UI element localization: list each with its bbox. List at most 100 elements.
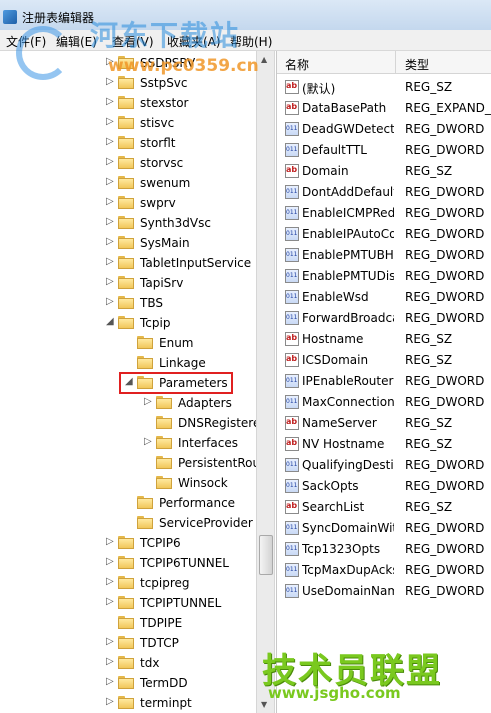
collapsed-arrow-icon[interactable]: ▷ bbox=[106, 176, 116, 187]
folder-icon bbox=[118, 616, 134, 629]
collapsed-arrow-icon[interactable]: ▷ bbox=[106, 656, 116, 667]
value-row[interactable]: EnableIPAutoConfig REG_DWORD bbox=[277, 224, 491, 245]
collapsed-arrow-icon[interactable]: ▷ bbox=[144, 436, 154, 447]
value-row[interactable]: TcpMaxDupAcks REG_DWORD bbox=[277, 560, 491, 581]
value-row[interactable]: EnablePMTUDiscovery REG_DWORD bbox=[277, 266, 491, 287]
tree-node-adapters[interactable]: ▷ Adapters bbox=[0, 393, 256, 413]
tree-node-winsock[interactable]: Winsock bbox=[0, 473, 256, 493]
value-row[interactable]: EnablePMTUBHDetect REG_DWORD bbox=[277, 245, 491, 266]
tree-node-stexstor[interactable]: ▷ stexstor bbox=[0, 93, 256, 113]
collapsed-arrow-icon[interactable]: ▷ bbox=[106, 256, 116, 267]
tree-node-linkage[interactable]: Linkage bbox=[0, 353, 256, 373]
value-row[interactable]: Hostname REG_SZ bbox=[277, 329, 491, 350]
scrollbar-thumb[interactable] bbox=[259, 535, 273, 575]
expanded-arrow-icon[interactable]: ◢ bbox=[106, 316, 116, 327]
value-row[interactable]: MaxConnectionsPerServer REG_DWORD bbox=[277, 392, 491, 413]
tree-node-swprv[interactable]: ▷ swprv bbox=[0, 193, 256, 213]
tree-node-enum[interactable]: Enum bbox=[0, 333, 256, 353]
collapsed-arrow-icon[interactable]: ▷ bbox=[106, 596, 116, 607]
collapsed-arrow-icon[interactable]: ▷ bbox=[106, 96, 116, 107]
tree-node-interfaces[interactable]: ▷ Interfaces bbox=[0, 433, 256, 453]
tree-node-swenum[interactable]: ▷ swenum bbox=[0, 173, 256, 193]
value-row[interactable]: DefaultTTL REG_DWORD bbox=[277, 140, 491, 161]
tree-node-termdd[interactable]: ▷ TermDD bbox=[0, 673, 256, 693]
tree-node-tapisrv[interactable]: ▷ TapiSrv bbox=[0, 273, 256, 293]
value-row[interactable]: ForwardBroadcasts REG_DWORD bbox=[277, 308, 491, 329]
value-type: REG_SZ bbox=[405, 332, 453, 346]
value-row[interactable]: IPEnableRouter REG_DWORD bbox=[277, 371, 491, 392]
scroll-down-arrow-icon[interactable]: ▼ bbox=[261, 700, 267, 709]
tree-node-label: SstpSvc bbox=[140, 76, 188, 90]
tree-node-storvsc[interactable]: ▷ storvsc bbox=[0, 153, 256, 173]
tree-node-tdtcp[interactable]: ▷ TDTCP bbox=[0, 633, 256, 653]
tree-node-performance[interactable]: Performance bbox=[0, 493, 256, 513]
collapsed-arrow-icon[interactable]: ▷ bbox=[106, 556, 116, 567]
value-row[interactable]: QualifyingDestinationThreshold REG_DWORD bbox=[277, 455, 491, 476]
tree-node-synth3dvsc[interactable]: ▷ Synth3dVsc bbox=[0, 213, 256, 233]
column-separator[interactable] bbox=[395, 51, 396, 73]
collapsed-arrow-icon[interactable]: ▷ bbox=[106, 116, 116, 127]
tree-node-sysmain[interactable]: ▷ SysMain bbox=[0, 233, 256, 253]
column-header-name[interactable]: 名称 bbox=[285, 56, 309, 73]
collapsed-arrow-icon[interactable]: ▷ bbox=[144, 396, 154, 407]
value-row[interactable]: DontAddDefaultGateway REG_DWORD bbox=[277, 182, 491, 203]
collapsed-arrow-icon[interactable]: ▷ bbox=[106, 196, 116, 207]
value-type: REG_SZ bbox=[405, 437, 453, 451]
value-row[interactable]: EnableWsd REG_DWORD bbox=[277, 287, 491, 308]
tree-node-stisvc[interactable]: ▷ stisvc bbox=[0, 113, 256, 133]
collapsed-arrow-icon[interactable]: ▷ bbox=[106, 296, 116, 307]
tree-node-tcpip6tunnel[interactable]: ▷ TCPIP6TUNNEL bbox=[0, 553, 256, 573]
tree-node-tcpip6[interactable]: ▷ TCPIP6 bbox=[0, 533, 256, 553]
tree-node-tdpipe[interactable]: TDPIPE bbox=[0, 613, 256, 633]
value-name: EnablePMTUDiscovery bbox=[302, 269, 394, 283]
value-name: QualifyingDestinationThreshold bbox=[302, 458, 394, 472]
folder-icon bbox=[118, 96, 134, 109]
tree-node-parameters[interactable]: ◢ Parameters bbox=[0, 372, 256, 394]
value-name: EnableIPAutoConfig bbox=[302, 227, 394, 241]
collapsed-arrow-icon[interactable]: ▷ bbox=[106, 696, 116, 707]
value-row[interactable]: Tcp1323Opts REG_DWORD bbox=[277, 539, 491, 560]
value-row[interactable]: NV Hostname REG_SZ bbox=[277, 434, 491, 455]
value-row[interactable]: SackOpts REG_DWORD bbox=[277, 476, 491, 497]
tree-node-tbs[interactable]: ▷ TBS bbox=[0, 293, 256, 313]
value-row[interactable]: ICSDomain REG_SZ bbox=[277, 350, 491, 371]
tree-node-tdx[interactable]: ▷ tdx bbox=[0, 653, 256, 673]
tree-node-tcpip[interactable]: ◢ Tcpip bbox=[0, 313, 256, 333]
collapsed-arrow-icon[interactable]: ▷ bbox=[106, 676, 116, 687]
value-row[interactable]: EnableICMPRedirect REG_DWORD bbox=[277, 203, 491, 224]
collapsed-arrow-icon[interactable]: ▷ bbox=[106, 136, 116, 147]
value-name: ForwardBroadcasts bbox=[302, 311, 394, 325]
value-row[interactable]: UseDomainNameDevolution REG_DWORD bbox=[277, 581, 491, 602]
tree-node-terminpt[interactable]: ▷ terminpt bbox=[0, 693, 256, 713]
value-row[interactable]: SyncDomainWithMembership REG_DWORD bbox=[277, 518, 491, 539]
value-row[interactable]: DeadGWDetectDefault REG_DWORD bbox=[277, 119, 491, 140]
tree-node-tcpipreg[interactable]: ▷ tcpipreg bbox=[0, 573, 256, 593]
collapsed-arrow-icon[interactable]: ▷ bbox=[106, 536, 116, 547]
collapsed-arrow-icon[interactable]: ▷ bbox=[106, 76, 116, 87]
value-row[interactable]: SearchList REG_SZ bbox=[277, 497, 491, 518]
value-row[interactable]: NameServer REG_SZ bbox=[277, 413, 491, 434]
tree-node-label: TDTCP bbox=[140, 636, 179, 650]
tree-node-label: TermDD bbox=[140, 676, 188, 690]
tree-node-serviceprovider[interactable]: ServiceProvider bbox=[0, 513, 256, 533]
tree-node-dnsregisteredadapters[interactable]: DNSRegisteredAdapters bbox=[0, 413, 256, 433]
folder-icon bbox=[156, 396, 172, 409]
tree-node-storflt[interactable]: ▷ storflt bbox=[0, 133, 256, 153]
scroll-up-arrow-icon[interactable]: ▲ bbox=[261, 55, 267, 64]
tree-node-persistentroutes[interactable]: PersistentRoutes bbox=[0, 453, 256, 473]
collapsed-arrow-icon[interactable]: ▷ bbox=[106, 636, 116, 647]
tree-node-tcpiptunnel[interactable]: ▷ TCPIPTUNNEL bbox=[0, 593, 256, 613]
column-header-type[interactable]: 类型 bbox=[405, 56, 429, 73]
collapsed-arrow-icon[interactable]: ▷ bbox=[106, 156, 116, 167]
registry-key-tree[interactable]: ▷ SSDPSRV ▷ SstpSvc ▷ stexstor ▷ stisvc ▷ storflt… bbox=[0, 51, 256, 713]
collapsed-arrow-icon[interactable]: ▷ bbox=[106, 216, 116, 227]
folder-icon bbox=[118, 216, 134, 229]
tree-scrollbar[interactable]: ▲ ▼ bbox=[256, 51, 275, 713]
collapsed-arrow-icon[interactable]: ▷ bbox=[106, 276, 116, 287]
value-row[interactable]: Domain REG_SZ bbox=[277, 161, 491, 182]
collapsed-arrow-icon[interactable]: ▷ bbox=[106, 576, 116, 587]
collapsed-arrow-icon[interactable]: ▷ bbox=[106, 236, 116, 247]
tree-node-tabletinputservice[interactable]: ▷ TabletInputService bbox=[0, 253, 256, 273]
value-row[interactable]: (默认) REG_SZ bbox=[277, 77, 491, 98]
value-row[interactable]: DataBasePath REG_EXPAND_SZ bbox=[277, 98, 491, 119]
